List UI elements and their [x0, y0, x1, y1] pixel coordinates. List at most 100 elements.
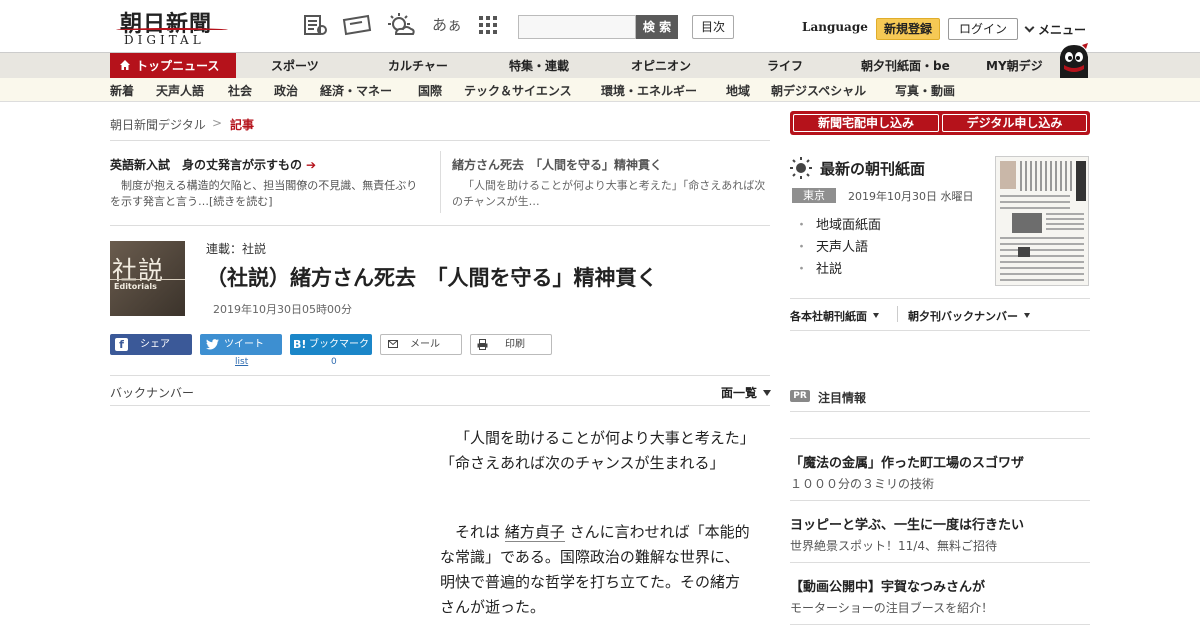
pr-section-title: 注目情報 — [818, 391, 867, 405]
menu-button[interactable]: メニュー — [1024, 21, 1086, 38]
subnav-environment[interactable]: 環境・エネルギー — [601, 82, 697, 99]
mail-label: メール — [410, 339, 440, 350]
register-button[interactable]: 新規登録 — [876, 18, 940, 40]
edition-date: 2019年10月30日 水曜日 — [848, 190, 974, 203]
sub-nav: 新着 天声人語 社会 政治 経済・マネー 国際 テック＆サイエンス 環境・エネル… — [0, 78, 1200, 102]
mail-share-button[interactable]: メール — [380, 334, 462, 355]
nav-features[interactable]: 特集・連載 — [509, 53, 569, 79]
page-list-label: 面一覧 — [721, 386, 758, 400]
search-button[interactable]: 検 索 — [636, 15, 678, 39]
language-link[interactable]: Language — [802, 20, 868, 34]
subnav-politics[interactable]: 政治 — [274, 82, 298, 99]
related-link-1[interactable]: 英語新入試 身の丈発言が示すもの ➔ — [110, 156, 316, 173]
edition-link-editorial[interactable]: ・社説 — [795, 258, 842, 277]
font-size-toggle[interactable]: あぁ — [432, 14, 462, 35]
logo-swoosh — [116, 28, 228, 32]
subscribe-digital-button[interactable]: デジタル申し込み — [942, 114, 1087, 132]
nav-life[interactable]: ライフ — [767, 53, 803, 79]
breadcrumb-home[interactable]: 朝日新聞デジタル — [110, 116, 206, 133]
person-link[interactable]: 緒方貞子 — [504, 523, 565, 542]
mail-icon — [388, 340, 398, 348]
home-icon — [120, 60, 130, 70]
sun-icon — [790, 157, 812, 179]
divider — [790, 298, 1090, 299]
hatena-bookmark-button[interactable]: B! ブックマーク — [290, 334, 372, 355]
promo-headline-3[interactable]: 【動画公開中】宇賀なつみさんが — [790, 576, 985, 595]
subnav-society[interactable]: 社会 — [228, 82, 252, 99]
breadcrumb-current: 記事 — [230, 118, 255, 132]
subscribe-bar: 新聞宅配申し込み デジタル申し込み — [790, 111, 1090, 135]
grid-menu-icon[interactable] — [478, 12, 498, 38]
editorial-image-sub: Editorials — [114, 282, 157, 291]
subnav-region[interactable]: 地域 — [726, 82, 750, 99]
nav-sports[interactable]: スポーツ — [271, 53, 319, 79]
article-date: 2019年10月30日05時00分 — [213, 303, 352, 316]
chevron-down-icon — [1024, 22, 1035, 33]
subnav-economy[interactable]: 経済・マネー — [320, 82, 392, 99]
facebook-share-button[interactable]: f シェア — [110, 334, 192, 355]
nav-newspaper-be[interactable]: 朝夕刊紙面・be — [861, 53, 950, 79]
divider — [790, 562, 1090, 563]
backnumber-dropdown[interactable]: 朝夕刊バックナンバー — [908, 308, 1030, 324]
twitter-icon — [206, 339, 219, 350]
dropdown-divider — [897, 306, 898, 322]
subnav-special[interactable]: 朝デジスペシャル — [771, 82, 866, 99]
mascot-icon[interactable] — [1056, 43, 1092, 79]
print-button[interactable]: 印刷 — [470, 334, 552, 355]
edition-link-label: 地域面紙面 — [816, 218, 882, 233]
share-label: シェア — [140, 339, 170, 350]
site-header: 朝日新聞 DIGITAL あぁ 検 索 目次 Language 新規登録 ログイ… — [0, 0, 1200, 52]
tweet-count[interactable]: list — [235, 357, 248, 367]
login-button[interactable]: ログイン — [948, 18, 1018, 40]
hatena-bookmark-icon: B! — [293, 338, 307, 351]
subnav-latest[interactable]: 新着 — [110, 82, 134, 99]
search-input[interactable] — [518, 15, 636, 39]
subnav-tech-science[interactable]: テック＆サイエンス — [464, 82, 572, 99]
twitter-share-button[interactable]: ツイート — [200, 334, 282, 355]
related-desc-1[interactable]: 制度が抱える構造的欠陥と、担当閣僚の不見識、無責任ぶりを示す発言と言う…[続きを… — [110, 178, 426, 210]
divider — [110, 375, 770, 376]
edition-link-label: 社説 — [816, 262, 843, 277]
bullet: ・ — [795, 240, 809, 255]
promo-sub-3[interactable]: モーターショーの注目ブースを紹介！ — [790, 599, 993, 616]
caret-down-icon — [1024, 313, 1030, 318]
arrow-right-icon: ➔ — [306, 158, 317, 172]
ticket-icon[interactable] — [342, 12, 372, 38]
related-link-2[interactable]: 緒方さん死去 「人間を守る」精神貫く — [452, 156, 662, 173]
nav-top-news[interactable]: トップニュース — [110, 53, 236, 79]
article-title: （社説）緒方さん死去 「人間を守る」精神貫く — [206, 266, 658, 290]
editorial-image: 社説 Editorials — [110, 241, 185, 316]
subnav-international[interactable]: 国際 — [418, 82, 442, 99]
toc-button[interactable]: 目次 — [692, 15, 734, 39]
regional-edition-dropdown[interactable]: 各本社朝刊紙面 — [790, 308, 879, 324]
subnav-photo-video[interactable]: 写真・動画 — [895, 82, 955, 99]
divider — [790, 411, 1090, 412]
subnav-tenseijingo[interactable]: 天声人語 — [156, 82, 204, 99]
backnumber-link[interactable]: バックナンバー — [110, 384, 194, 401]
promo-headline-2[interactable]: ヨッピーと学ぶ、一生に一度は行きたい — [790, 514, 1024, 533]
nav-my-asadigi[interactable]: MY朝デジ — [986, 53, 1043, 79]
nav-culture[interactable]: カルチャー — [388, 53, 448, 79]
site-logo-sub[interactable]: DIGITAL — [124, 33, 205, 47]
related-desc-2[interactable]: 「人間を助けることが何より大事と考えた」「命さえあれば次のチャンスが生… — [452, 178, 768, 210]
promo-sub-2[interactable]: 世界絶景スポット！11/4、無料ご招待 — [790, 537, 997, 554]
newspaper-thumbnail[interactable] — [995, 156, 1089, 286]
divider — [790, 624, 1090, 625]
newspaper-icon[interactable] — [302, 12, 328, 38]
nav-opinion[interactable]: オピニオン — [631, 53, 691, 79]
weather-icon[interactable] — [386, 12, 416, 38]
divider — [790, 500, 1090, 501]
edition-link-region[interactable]: ・地域面紙面 — [795, 214, 881, 233]
nav-label: トップニュース — [136, 59, 220, 73]
divider — [110, 140, 770, 141]
promo-headline-1[interactable]: 「魔法の金属」作った町工場のスゴワザ — [790, 452, 1024, 471]
subscribe-paper-button[interactable]: 新聞宅配申し込み — [793, 114, 939, 132]
article-series[interactable]: 連載：社説 — [206, 240, 266, 257]
divider — [110, 405, 770, 406]
edition-link-label: 天声人語 — [816, 240, 869, 255]
page-list-dropdown[interactable]: 面一覧 — [721, 384, 772, 401]
bookmark-count[interactable]: 0 — [331, 357, 337, 367]
morning-edition-title[interactable]: 最新の朝刊紙面 — [820, 158, 925, 179]
promo-sub-1[interactable]: １０００分の３ミリの技術 — [790, 475, 934, 492]
edition-link-tenseijingo[interactable]: ・天声人語 — [795, 236, 868, 255]
